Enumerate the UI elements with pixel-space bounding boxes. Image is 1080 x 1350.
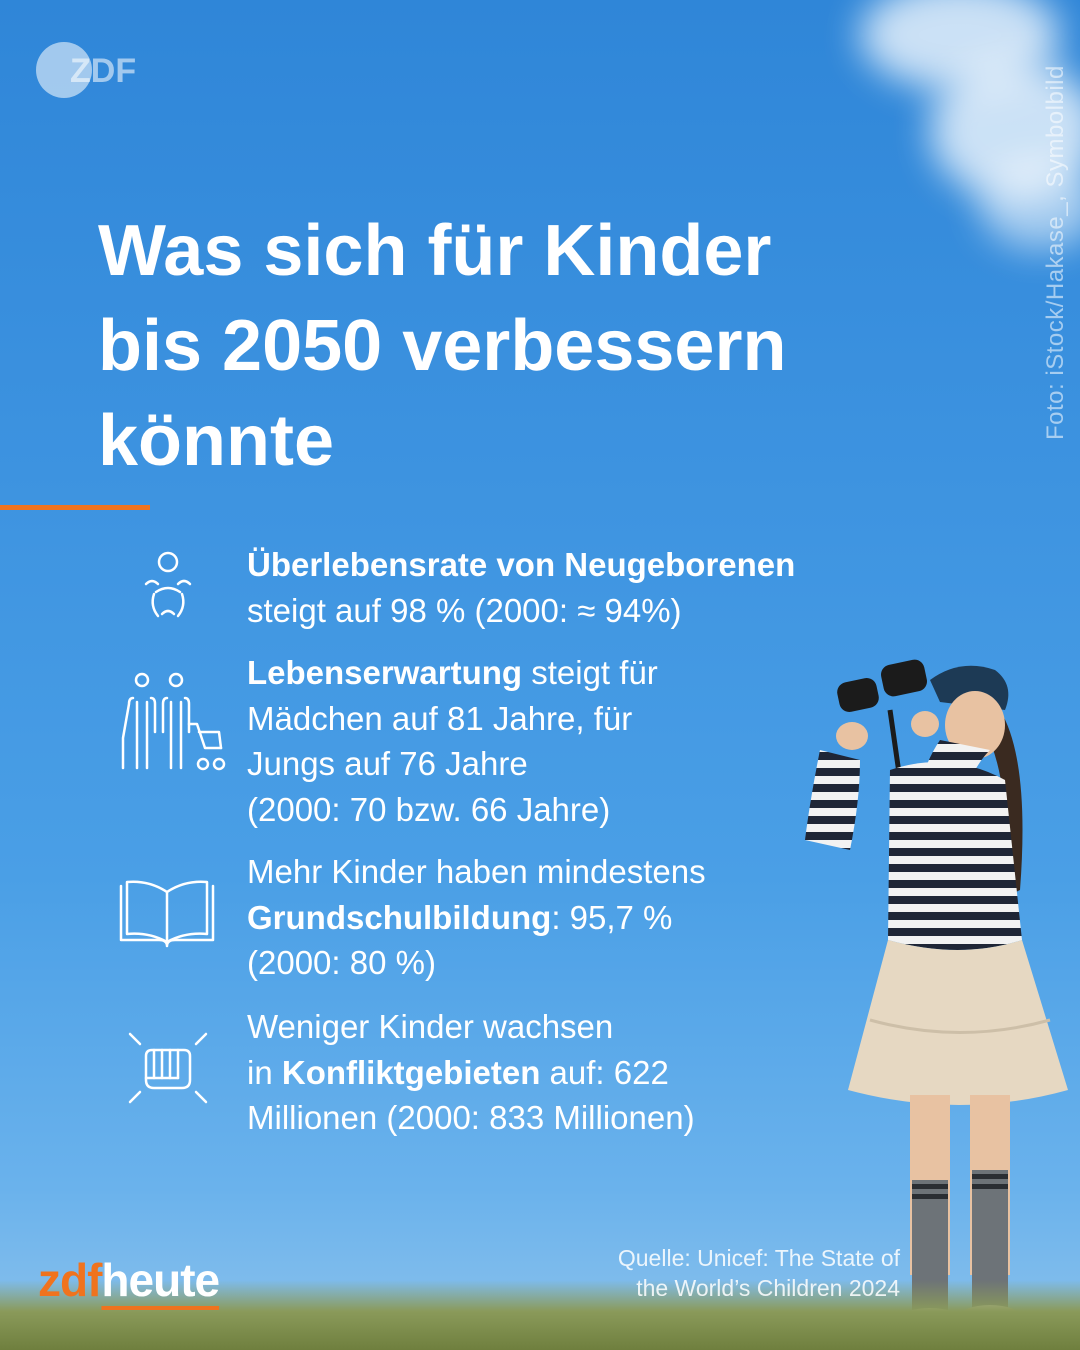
fist-icon bbox=[126, 1030, 210, 1106]
source-note: Quelle: Unicef: The State of the World’s… bbox=[618, 1243, 900, 1303]
stat-text: Mehr Kinder haben mindestens bbox=[247, 853, 706, 890]
stat-highlight: Lebenserwartung bbox=[247, 654, 523, 691]
stat-text: in bbox=[247, 1053, 282, 1091]
stat-text: Weniger Kinder wachsen bbox=[247, 1008, 614, 1045]
stat-text: auf: 622 bbox=[540, 1053, 669, 1091]
title-line: Was sich für Kinder bbox=[98, 211, 772, 291]
zdfheute-logo-heute: heute bbox=[101, 1254, 220, 1306]
stat-text: Jungs auf 76 Jahre bbox=[247, 745, 528, 782]
page-title: Was sich für Kinder bis 2050 verbessern … bbox=[98, 204, 898, 489]
baby-icon bbox=[138, 550, 198, 622]
stat-highlight: Überlebensrate von Neugeborenen bbox=[247, 546, 796, 583]
title-line: bis 2050 verbessern bbox=[98, 306, 787, 386]
stat-text: steigt für bbox=[522, 654, 658, 691]
open-book-icon bbox=[117, 878, 217, 948]
accent-divider bbox=[0, 505, 150, 510]
family-icon bbox=[115, 668, 227, 772]
stat-text: Mädchen auf 81 Jahre, für bbox=[247, 699, 633, 737]
stat-text: steigt auf 98 % (2000: ≈ 94%) bbox=[247, 591, 682, 629]
stat-text: (2000: 80 %) bbox=[247, 944, 436, 981]
stat-text: Millionen (2000: 833 Millionen) bbox=[247, 1099, 695, 1136]
stat-item: Weniger Kinder wachsen in Konfliktgebiet… bbox=[247, 1004, 867, 1141]
stat-highlight: Grundschulbildung bbox=[247, 898, 552, 936]
zdf-logo-text: ZDF bbox=[70, 52, 136, 90]
stat-item: Überlebensrate von Neugeborenen steigt a… bbox=[247, 542, 867, 633]
zdfheute-logo: zdfheute bbox=[38, 1252, 220, 1308]
stat-text: : 95,7 % bbox=[551, 898, 673, 936]
infographic-canvas: ZDF Foto: iStock/Hakase_, Symbolbild Was… bbox=[0, 0, 1080, 1350]
source-line: the World’s Children 2024 bbox=[636, 1275, 900, 1301]
zdf-logo: ZDF bbox=[34, 40, 144, 100]
source-line: Quelle: Unicef: The State of bbox=[617, 1245, 900, 1271]
stat-highlight: Konfliktgebieten bbox=[281, 1053, 541, 1091]
zdfheute-logo-zdf: zdf bbox=[38, 1254, 102, 1306]
stat-item: Mehr Kinder haben mindestens Grundschulb… bbox=[247, 849, 867, 986]
stat-item: Lebenserwartung steigt für Mädchen auf 8… bbox=[247, 650, 867, 832]
photo-credit: Foto: iStock/Hakase_, Symbolbild bbox=[1042, 65, 1069, 440]
girl-with-binoculars-photo bbox=[790, 640, 1080, 1335]
stat-text: (2000: 70 bzw. 66 Jahre) bbox=[247, 790, 611, 828]
title-line: könnte bbox=[98, 401, 335, 481]
